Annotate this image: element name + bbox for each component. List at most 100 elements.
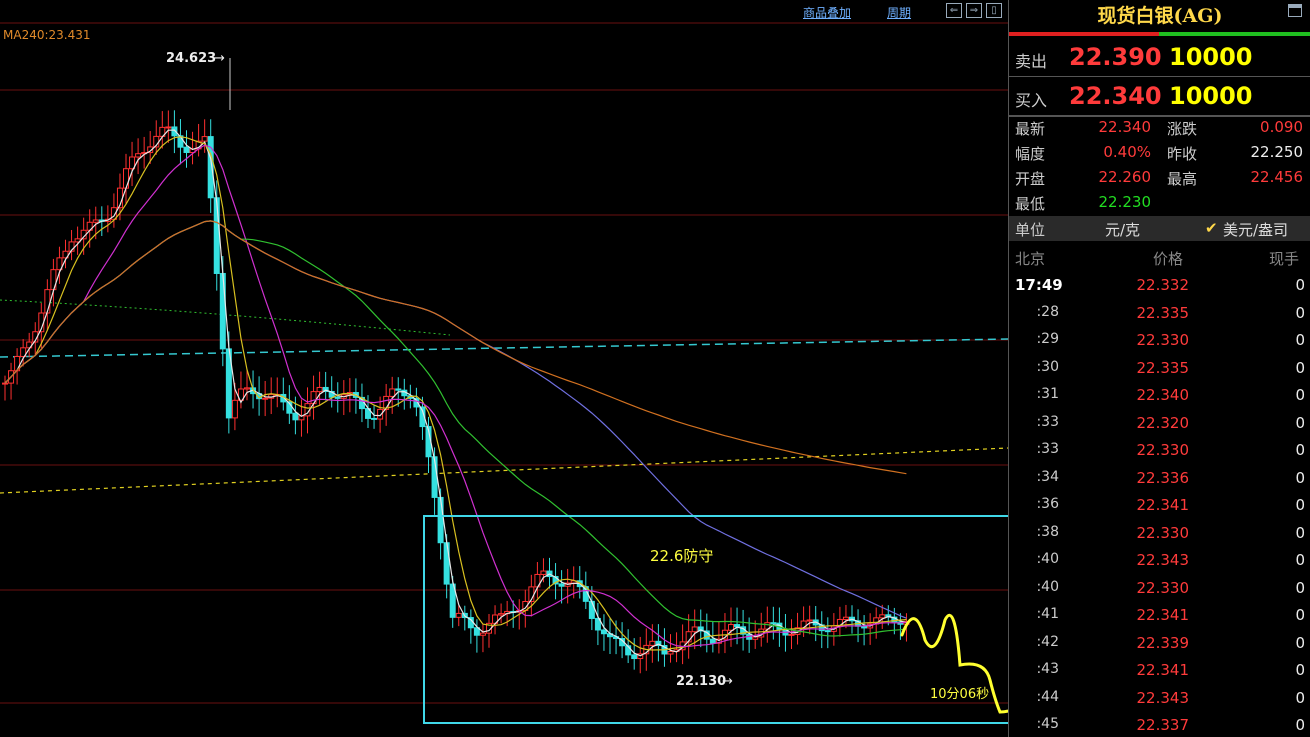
tick-volume: 0 xyxy=(1295,386,1305,404)
candle-body xyxy=(455,612,462,618)
candle-body xyxy=(231,399,238,419)
ma-orange-line xyxy=(4,220,907,475)
buy-strength-bar xyxy=(1159,32,1310,36)
sell-row: 卖出 22.390 10000 xyxy=(1009,38,1310,77)
tick-price: 22.341 xyxy=(1136,661,1190,679)
tick-volume: 0 xyxy=(1295,606,1305,624)
kline-chart[interactable]: MA240:23.431 商品叠加 周期 ⇐ ⇒ ▯ 24.623 22.130 2… xyxy=(0,0,1008,737)
tick-price: 22.341 xyxy=(1136,496,1190,514)
instrument-title: 现货白银(AG) xyxy=(1097,5,1223,27)
candle-body xyxy=(334,396,341,399)
ma240-dashed-line xyxy=(0,447,1008,494)
candle-body xyxy=(213,197,220,274)
buy-volume: 10000 xyxy=(1169,82,1253,110)
candle-body xyxy=(842,616,849,620)
tick-price: 22.330 xyxy=(1136,331,1190,349)
tick-volume: 0 xyxy=(1295,523,1305,542)
candle-body xyxy=(165,126,172,129)
tick-volume: 0 xyxy=(1295,688,1305,707)
maximize-icon[interactable] xyxy=(1288,4,1302,17)
tick-time: 17:49 xyxy=(1015,276,1063,294)
tick-price: 22.343 xyxy=(1136,551,1190,569)
tick-volume: 0 xyxy=(1295,331,1305,349)
unit-row: 单位 元/克 ✔ 美元/盎司 xyxy=(1009,216,1310,241)
stat-label: 开盘 xyxy=(1015,170,1046,188)
quote-panel: 现货白银(AG) 卖出 22.390 10000 买入 22.340 10000… xyxy=(1008,0,1310,737)
period-link[interactable]: 周期 xyxy=(887,4,911,21)
unit-label: 单位 xyxy=(1015,221,1046,239)
tick-price: 22.341 xyxy=(1136,606,1190,624)
stat-label: 最高 xyxy=(1167,170,1198,188)
tick-time: :34 xyxy=(1036,468,1059,485)
candle-body xyxy=(479,632,486,636)
buy-label: 买入 xyxy=(1015,91,1048,110)
next-icon[interactable]: ⇒ xyxy=(966,3,982,18)
tick-time: :31 xyxy=(1036,386,1059,402)
tick-time: :42 xyxy=(1036,633,1059,650)
tick-time: :40 xyxy=(1036,551,1059,567)
tick-volume: 0 xyxy=(1295,303,1305,322)
tick-price: 22.332 xyxy=(1136,276,1190,294)
tick-price: 22.330 xyxy=(1136,523,1190,542)
candle-body xyxy=(395,388,402,391)
stat-label: 最新 xyxy=(1015,120,1046,138)
ma240-label: MA240:23.431 xyxy=(3,28,91,42)
stat-value: 22.250 xyxy=(1250,143,1304,161)
unit-cny-option[interactable]: 元/克 xyxy=(1105,219,1140,240)
candle-body xyxy=(135,153,142,158)
candle-body xyxy=(788,633,795,636)
candle-body xyxy=(588,600,595,619)
overlay-link[interactable]: 商品叠加 xyxy=(803,4,851,21)
candle-body xyxy=(316,386,323,393)
tick-time: :33 xyxy=(1036,441,1059,457)
candle-body xyxy=(2,382,8,385)
ma-green-line xyxy=(4,220,907,637)
candle-body xyxy=(631,654,638,660)
tick-volume: 0 xyxy=(1295,441,1305,459)
tick-volume: 0 xyxy=(1295,413,1305,432)
buy-price: 22.340 xyxy=(1069,82,1162,110)
candle-body xyxy=(292,412,299,421)
tick-header-time: 北京 xyxy=(1015,250,1046,268)
stat-value: 22.340 xyxy=(1098,118,1152,136)
tick-volume: 0 xyxy=(1295,276,1305,294)
candle-body xyxy=(443,542,450,585)
candle-body xyxy=(92,219,99,223)
tick-time: :44 xyxy=(1036,688,1059,705)
tick-time: :30 xyxy=(1036,358,1059,375)
stat-label: 最低 xyxy=(1015,195,1046,213)
candle-body xyxy=(44,289,51,314)
tick-price: 22.330 xyxy=(1136,578,1190,597)
tick-price: 22.330 xyxy=(1136,441,1190,459)
candle-body xyxy=(219,272,226,350)
defense-annotation: 22.6防守 xyxy=(650,547,714,565)
ma-white-line xyxy=(4,129,907,657)
tick-time: :40 xyxy=(1036,578,1059,595)
high-price-label: 24.623 xyxy=(166,51,217,66)
low-price-label: 22.130 xyxy=(676,674,727,689)
check-icon: ✔ xyxy=(1205,219,1218,237)
tick-volume: 0 xyxy=(1295,551,1305,569)
tick-volume: 0 xyxy=(1295,716,1305,734)
candle-body xyxy=(123,168,129,189)
tick-volume: 0 xyxy=(1295,358,1305,377)
tick-volume: 0 xyxy=(1295,661,1305,679)
stat-label: 昨收 xyxy=(1167,145,1198,163)
countdown-annotation: 10分06秒 xyxy=(930,687,990,702)
candle-body xyxy=(389,388,396,397)
stat-label: 幅度 xyxy=(1015,145,1046,163)
candle-body xyxy=(709,638,716,644)
layout-icon[interactable]: ▯ xyxy=(986,3,1002,18)
candle-body xyxy=(734,624,741,628)
tick-header-vol: 现手 xyxy=(1269,250,1300,268)
low-arrow-icon: → xyxy=(722,674,733,689)
candle-body xyxy=(371,417,378,420)
unit-usd-option[interactable]: 美元/盎司 xyxy=(1223,219,1288,240)
sell-volume: 10000 xyxy=(1169,43,1253,71)
candle-body xyxy=(498,613,505,616)
stat-value: 22.456 xyxy=(1250,168,1304,186)
sell-label: 卖出 xyxy=(1015,52,1048,71)
tick-time: :38 xyxy=(1036,523,1059,540)
tick-price: 22.336 xyxy=(1136,468,1190,487)
prev-icon[interactable]: ⇐ xyxy=(946,3,962,18)
